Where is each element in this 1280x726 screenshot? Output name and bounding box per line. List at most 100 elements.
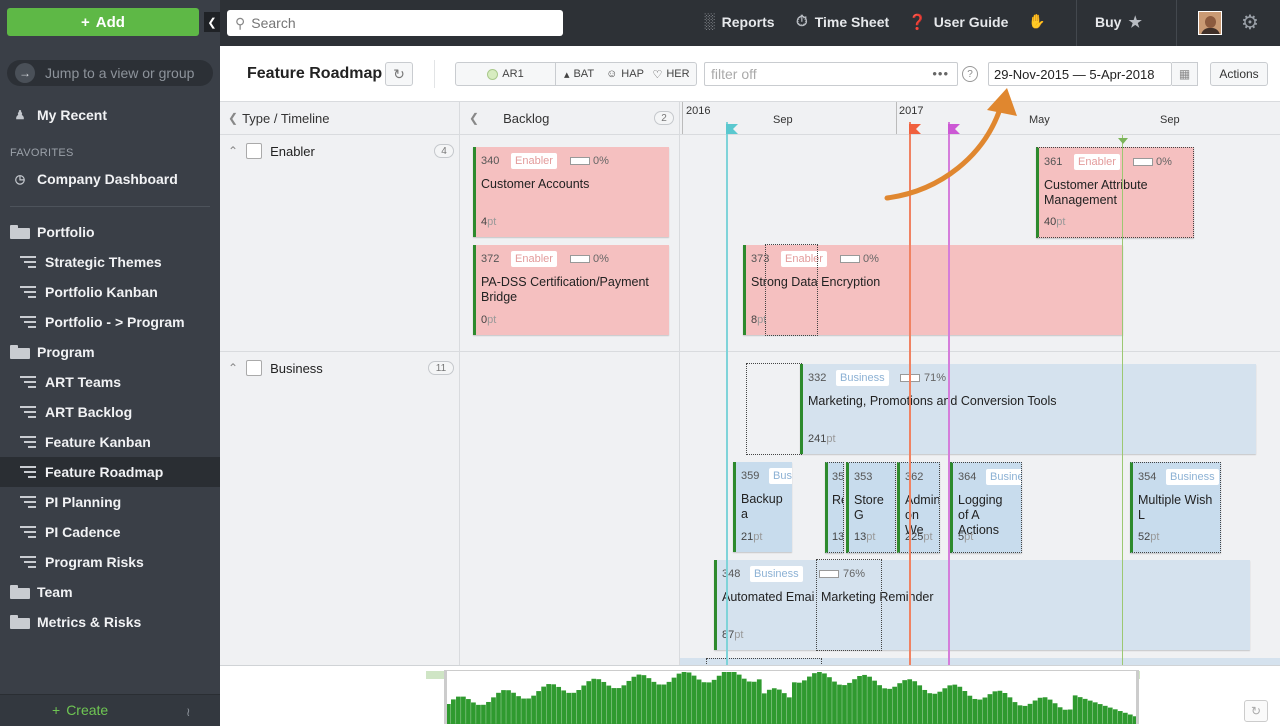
nav-portfolio[interactable]: Portfolio	[0, 217, 220, 247]
kanban-icon	[18, 494, 38, 510]
minimap-bar	[716, 675, 722, 724]
feature-card-359[interactable]: 359 Bus Backup a 21pt	[733, 462, 792, 552]
feature-card-361[interactable]: 361 Enabler 0% Customer Attribute Manage…	[1036, 147, 1194, 238]
nav-metrics-risks[interactable]: Metrics & Risks	[0, 607, 220, 637]
nav-program[interactable]: Program	[0, 337, 220, 367]
bat-icon: ▴	[563, 68, 570, 81]
bar-chart-icon: ░	[704, 13, 715, 30]
user-guide-link[interactable]: ❓ User Guide	[908, 13, 1008, 31]
nav-art-teams[interactable]: ART Teams	[0, 367, 220, 397]
art-chip-bat[interactable]: ▴ BAT	[556, 63, 602, 85]
gear-icon[interactable]: ⚙	[1241, 10, 1259, 35]
time-sheet-link[interactable]: ⏱ Time Sheet	[796, 13, 889, 30]
nav-company-dashboard[interactable]: ◷ Company Dashboard	[0, 164, 220, 194]
minimap-bar	[571, 692, 577, 724]
minimap-bar	[521, 698, 526, 724]
user-avatar[interactable]	[1198, 11, 1222, 35]
toolbar-separator	[434, 60, 435, 88]
folder-icon	[10, 584, 30, 600]
jump-to-view-input[interactable]: → Jump to a view or group	[7, 60, 213, 86]
nav-team[interactable]: Team	[0, 577, 220, 607]
applause-icon[interactable]: ✋	[1028, 13, 1045, 30]
search-input[interactable]	[251, 15, 552, 31]
minimap-bar	[1112, 709, 1118, 724]
milestone-flag-cyan[interactable]	[726, 122, 738, 134]
reports-link[interactable]: ░ Reports	[704, 13, 775, 30]
minimap-handle-left[interactable]	[444, 670, 447, 724]
nav-program-risks[interactable]: Program Risks	[0, 547, 220, 577]
folder-icon	[10, 224, 30, 240]
user-clock-icon: ♟	[14, 108, 26, 122]
nav-feature-kanban[interactable]: Feature Kanban	[0, 427, 220, 457]
feature-card-353[interactable]: 353 Store G 13pt	[846, 462, 896, 553]
timeline-minimap[interactable]: ↻	[220, 665, 1280, 726]
feature-card-340[interactable]: 340 Enabler 0% Customer Accounts 4pt	[473, 147, 669, 237]
calendar-button[interactable]: ▦	[1172, 62, 1198, 86]
art-chip-hap[interactable]: ☺ HAP	[602, 63, 648, 85]
lane-title: ⌃ Enabler	[228, 143, 315, 159]
feature-card-332[interactable]: 332 Business 71% Marketing, Promotions a…	[800, 364, 1256, 454]
feature-card-372[interactable]: 372 Enabler 0% PA-DSS Certification/Paym…	[473, 245, 669, 335]
nav-my-recent[interactable]: ♟ My Recent	[0, 100, 220, 130]
type-timeline-header[interactable]: ❮ Type / Timeline	[220, 102, 460, 135]
art-chip-her[interactable]: ♡ HER	[648, 63, 694, 85]
art-chip-ar1[interactable]: AR1	[456, 63, 556, 85]
minimap-bar	[1007, 697, 1013, 724]
refresh-icon: ↻	[393, 65, 405, 82]
backlog-header[interactable]: ❮ Backlog 2	[460, 102, 680, 135]
sidebar-footer: + Create ≀	[0, 694, 220, 726]
minimap-bar	[706, 682, 712, 724]
lane-label: ⌃ Business 11	[220, 352, 460, 665]
drag-ghost-outline	[706, 658, 822, 665]
minimap-bar	[1062, 709, 1068, 724]
minimap-bar	[822, 673, 827, 724]
kanban-icon	[18, 524, 38, 540]
nav-portfolio-program[interactable]: Portfolio - > Program	[0, 307, 220, 337]
feature-card-354[interactable]: 354 Business Multiple Wish L 52pt	[1130, 462, 1221, 553]
nav-strategic-themes[interactable]: Strategic Themes	[0, 247, 220, 277]
feature-card-364[interactable]: 364 Busine Logging of A Actions 5pt	[950, 462, 1022, 553]
create-button[interactable]: + Create	[52, 702, 108, 718]
more-dots-icon[interactable]: •••	[932, 66, 949, 81]
chevron-up-icon[interactable]: ⌃	[228, 144, 238, 158]
minimap-bar	[1067, 709, 1073, 724]
hide-eye-icon[interactable]: ≀	[186, 705, 191, 719]
chevron-up-icon[interactable]: ⌃	[228, 361, 238, 375]
actions-button[interactable]: Actions	[1210, 62, 1268, 86]
nav-pi-planning[interactable]: PI Planning	[0, 487, 220, 517]
date-range-field[interactable]: 29-Nov-2015 — 5-Apr-2018	[988, 62, 1172, 86]
buy-link[interactable]: Buy ★	[1095, 13, 1142, 31]
nav-feature-roadmap[interactable]: Feature Roadmap	[0, 457, 220, 487]
add-button[interactable]: + Add	[7, 8, 199, 36]
filter-input[interactable]	[711, 66, 931, 82]
search-icon: ⚲	[235, 14, 246, 31]
minimap-bar	[511, 692, 516, 724]
refresh-button[interactable]: ↻	[385, 62, 413, 86]
calendar-icon: ▦	[1178, 67, 1191, 81]
minimap-bar	[501, 690, 506, 724]
collapse-sidebar-button[interactable]: ❮	[204, 12, 220, 32]
minimap-bar	[626, 680, 632, 724]
minimap-bar	[1087, 700, 1093, 724]
minimap-bar	[892, 686, 897, 724]
minimap-bar	[932, 693, 938, 724]
minimap-reset-button[interactable]: ↻	[1244, 700, 1268, 722]
minimap-bar	[616, 688, 622, 724]
minimap-bar	[676, 673, 682, 724]
minimap-bar	[797, 682, 802, 724]
minimap-handle-right[interactable]	[1136, 670, 1139, 724]
minimap-bar	[461, 696, 466, 724]
minimap-bar	[561, 690, 567, 724]
nav-art-backlog[interactable]: ART Backlog	[0, 397, 220, 427]
lane-checkbox[interactable]	[246, 360, 263, 376]
filter-help-icon[interactable]: ?	[962, 66, 978, 82]
minimap-bar	[862, 674, 867, 724]
minimap-bar	[952, 684, 958, 724]
feature-card-35x[interactable]: 35 Re 13	[825, 462, 844, 553]
lane-checkbox[interactable]	[246, 143, 263, 159]
nav-portfolio-kanban[interactable]: Portfolio Kanban	[0, 277, 220, 307]
feature-card-348[interactable]: 348 Business 76% Automated Email Marketi…	[714, 560, 1250, 650]
minimap-bar	[701, 682, 707, 724]
nav-pi-cadence[interactable]: PI Cadence	[0, 517, 220, 547]
feature-card-362[interactable]: 362 Admin on We 225pt	[897, 462, 940, 553]
